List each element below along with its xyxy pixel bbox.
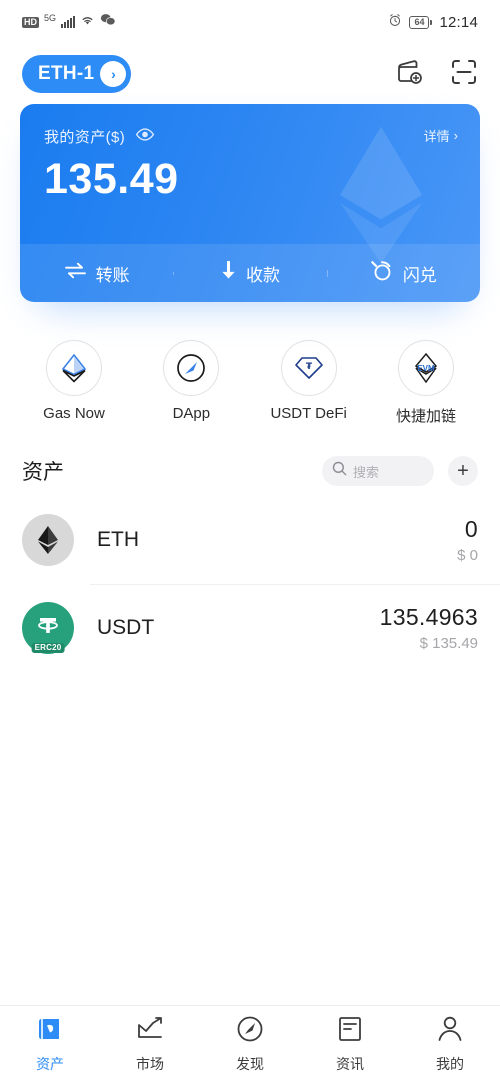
table-row[interactable]: ETH 0 $ 0 xyxy=(0,496,500,584)
chain-label: ETH-1 xyxy=(38,63,95,84)
card-detail-link[interactable]: 详情 › xyxy=(424,126,458,145)
receive-action-label: 收款 xyxy=(245,265,280,285)
clock-time: 12:14 xyxy=(439,13,478,31)
add-asset-button[interactable]: + xyxy=(448,456,478,486)
nav-item-discover[interactable]: 发现 xyxy=(200,1015,300,1074)
nav-item-market[interactable]: 市场 xyxy=(100,1015,200,1074)
news-icon xyxy=(337,1015,363,1048)
asset-values: 135.4963 $ 135.49 xyxy=(380,604,478,652)
quick-action-row: Gas Now DApp ₮ USDT DeFi EVM 快捷加链 xyxy=(0,302,500,426)
asset-fiat-value: $ 135.49 xyxy=(419,635,478,652)
balance-card-wrapper: 详情 › 我的资产($) 135.49 转账 收款 闪兑 xyxy=(0,104,500,308)
table-row[interactable]: ERC20 USDT 135.4963 $ 135.49 xyxy=(0,584,500,672)
asset-symbol: USDT xyxy=(97,616,155,639)
status-bar-left: HD 5G xyxy=(22,13,116,31)
asset-amount: 0 xyxy=(464,516,478,542)
balance-card: 详情 › 我的资产($) 135.49 转账 收款 闪兑 xyxy=(20,104,480,302)
transfer-arrows-icon xyxy=(64,262,87,284)
battery-icon: 64 xyxy=(409,15,433,29)
nav-label: 资产 xyxy=(36,1056,64,1072)
quick-action-add-chain[interactable]: EVM 快捷加链 xyxy=(374,340,478,426)
wallet-icon xyxy=(35,1015,65,1048)
quick-action-usdt-defi[interactable]: ₮ USDT DeFi xyxy=(257,340,361,426)
nav-item-news[interactable]: 资讯 xyxy=(300,1015,400,1074)
quick-action-label: 快捷加链 xyxy=(395,408,456,425)
status-bar: HD 5G 64 12:14 xyxy=(0,0,500,44)
quick-action-label: DApp xyxy=(172,405,211,422)
wifi-icon xyxy=(80,13,95,31)
assets-title: 资产 xyxy=(22,461,64,484)
ethereum-gas-icon xyxy=(61,353,87,383)
card-label: 我的资产($) xyxy=(44,129,126,146)
receive-down-arrow-icon xyxy=(220,260,237,285)
transfer-action-label: 转账 xyxy=(95,265,130,285)
compass-discover-icon xyxy=(236,1015,264,1048)
status-bar-right: 64 12:14 xyxy=(388,13,478,32)
app-screen: HD 5G 64 12:14 ETH-1 › 详情 › 我的资产($) 135.… xyxy=(0,0,500,1083)
chevron-right-icon: › xyxy=(100,61,127,87)
assets-header: 资产 搜索 + xyxy=(0,426,500,486)
asset-symbol: ETH xyxy=(97,528,139,551)
app-bar-actions xyxy=(394,58,478,91)
chevron-right-icon: › xyxy=(453,128,458,143)
receive-action-button[interactable]: 收款 xyxy=(173,260,326,286)
asset-amount: 135.4963 xyxy=(379,604,478,630)
flash-swap-action-label: 闪兑 xyxy=(402,265,437,285)
nav-item-assets[interactable]: 资产 xyxy=(0,1015,100,1074)
hd-icon: HD xyxy=(22,16,39,28)
nav-item-profile[interactable]: 我的 xyxy=(400,1015,500,1074)
compass-icon xyxy=(177,354,206,382)
quick-action-icon-wrap xyxy=(163,340,220,396)
svg-text:EVM: EVM xyxy=(417,364,435,373)
card-label-row: 我的资产($) xyxy=(44,126,456,147)
nav-label: 资讯 xyxy=(336,1056,364,1072)
quick-action-gas-now[interactable]: Gas Now xyxy=(22,340,126,426)
asset-values: 0 $ 0 xyxy=(457,516,478,564)
token-standard-badge: ERC20 xyxy=(31,643,65,653)
network-type-label: 5G xyxy=(44,13,57,23)
chain-selector-button[interactable]: ETH-1 › xyxy=(22,55,132,93)
nav-label: 我的 xyxy=(436,1056,464,1072)
nav-label: 市场 xyxy=(136,1056,164,1072)
wechat-icon xyxy=(100,13,116,31)
wallet-add-icon[interactable] xyxy=(394,58,424,91)
eye-visible-icon[interactable] xyxy=(135,127,155,146)
bottom-navigation: 资产 市场 发现 资讯 我的 xyxy=(0,1005,500,1083)
asset-fiat-value: $ 0 xyxy=(457,547,478,564)
flash-swap-icon xyxy=(370,259,394,288)
flash-swap-action-button[interactable]: 闪兑 xyxy=(326,259,480,288)
evm-diamond-icon: EVM xyxy=(414,352,438,384)
alarm-clock-icon xyxy=(388,13,402,32)
quick-action-label: Gas Now xyxy=(43,405,105,422)
card-detail-label: 详情 xyxy=(423,129,450,144)
quick-action-icon-wrap: EVM xyxy=(397,340,454,396)
search-placeholder: 搜索 xyxy=(353,464,380,480)
battery-level-label: 64 xyxy=(409,15,430,29)
profile-person-icon xyxy=(436,1015,464,1048)
asset-list: ETH 0 $ 0 ERC20 USDT 135.4963 $ 135.49 xyxy=(0,496,500,672)
ethereum-token-icon xyxy=(22,514,74,566)
usdt-diamond-icon: ₮ xyxy=(294,357,323,379)
app-bar: ETH-1 › xyxy=(0,44,500,104)
tether-token-icon: ERC20 xyxy=(22,602,74,654)
svg-text:₮: ₮ xyxy=(306,362,313,372)
quick-action-icon-wrap xyxy=(46,340,102,396)
balance-amount: 135.49 xyxy=(44,155,179,203)
quick-action-icon-wrap: ₮ xyxy=(280,340,337,396)
signal-bars-icon xyxy=(61,16,76,28)
search-input[interactable]: 搜索 xyxy=(322,456,434,486)
scan-qr-icon[interactable] xyxy=(450,58,478,91)
quick-action-label: USDT DeFi xyxy=(270,405,347,422)
search-icon xyxy=(332,461,347,481)
nav-label: 发现 xyxy=(236,1056,264,1072)
card-action-row: 转账 收款 闪兑 xyxy=(20,244,480,302)
quick-action-dapp[interactable]: DApp xyxy=(139,340,243,426)
card-top: 我的资产($) 135.49 xyxy=(20,104,480,204)
transfer-action-button[interactable]: 转账 xyxy=(20,261,173,286)
market-chart-icon xyxy=(135,1015,165,1048)
